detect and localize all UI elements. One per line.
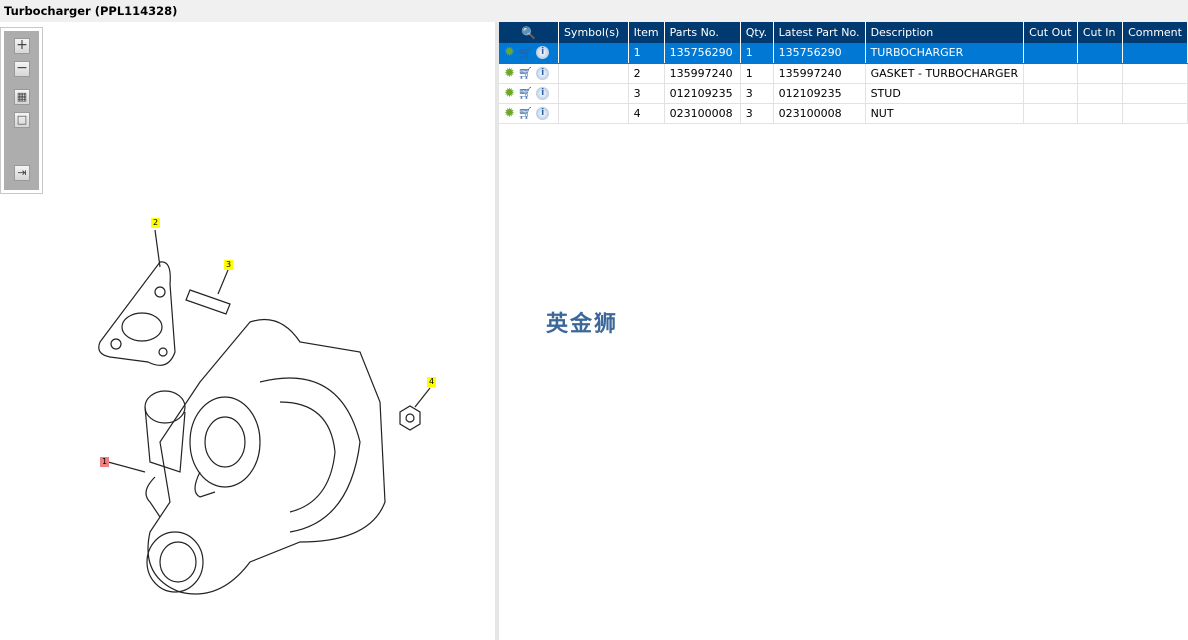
col-description[interactable]: Description [865,22,1025,43]
parts-table: 🔍 Symbol(s) Item Parts No. Qty. Latest P… [499,22,1188,124]
turbo-body-drawing [107,318,386,595]
qty-cell: 1 [740,63,774,84]
callout-2[interactable]: 2 [151,218,161,228]
part-no-cell: 012109235 [664,83,741,104]
callout-3[interactable]: 3 [224,260,234,270]
callout-4[interactable]: 4 [427,377,437,387]
symbols-cell [558,103,629,124]
row-actions: ✹ 🛒︎ i [499,103,559,124]
qty-cell: 3 [740,103,774,124]
part-no-cell: 023100008 [664,103,741,124]
cart-icon[interactable]: 🛒︎ [518,66,533,80]
cart-icon[interactable]: 🛒︎ [518,46,533,60]
search-column-header[interactable]: 🔍 [499,22,559,43]
parts-pane: 🔍 Symbol(s) Item Parts No. Qty. Latest P… [499,22,1188,640]
table-row[interactable]: ✹ 🛒︎ i 2 135997240 1 135997240 GASKET - TU… [499,63,1188,84]
comment-cell [1122,63,1188,84]
info-icon[interactable]: i [536,86,550,100]
comment-cell [1122,43,1188,64]
gear-icon[interactable]: ✹ [504,45,515,60]
latest-part-cell: 135756290 [773,43,866,64]
table-row[interactable]: ✹ 🛒︎ i 4 023100008 3 023100008 NUT [499,103,1188,124]
cut-in-cell [1077,63,1124,84]
col-item[interactable]: Item [628,22,665,43]
info-icon[interactable]: i [536,46,550,60]
description-cell: NUT [865,103,1025,124]
info-icon[interactable]: i [536,106,550,120]
comment-cell [1122,83,1188,104]
comment-cell [1122,103,1188,124]
item-cell: 1 [628,43,665,64]
col-cut-in[interactable]: Cut In [1077,22,1124,43]
col-latest-part[interactable]: Latest Part No. [773,22,866,43]
item-cell: 3 [628,83,665,104]
info-icon[interactable]: i [536,66,550,80]
description-cell: TURBOCHARGER [865,43,1025,64]
page-title: Turbocharger (PPL114328) [0,0,1188,22]
stud-drawing [185,269,231,315]
cut-in-cell [1077,43,1124,64]
cut-out-cell [1023,83,1078,104]
col-cut-out[interactable]: Cut Out [1023,22,1078,43]
col-parts-no[interactable]: Parts No. [664,22,741,43]
cut-in-cell [1077,83,1124,104]
part-no-cell: 135997240 [664,63,741,84]
item-cell: 4 [628,103,665,124]
cut-out-cell [1023,103,1078,124]
qty-cell: 3 [740,83,774,104]
cut-out-cell [1023,63,1078,84]
item-cell: 2 [628,63,665,84]
col-qty[interactable]: Qty. [740,22,774,43]
latest-part-cell: 012109235 [773,83,866,104]
nut-drawing [399,387,431,431]
description-cell: GASKET - TURBOCHARGER [865,63,1025,84]
gasket-drawing [98,229,176,366]
col-comment[interactable]: Comment [1122,22,1188,43]
cut-in-cell [1077,103,1124,124]
description-cell: STUD [865,83,1025,104]
row-actions: ✹ 🛒︎ i [499,63,559,84]
turbocharger-diagram [98,229,431,595]
table-row[interactable]: ✹ 🛒︎ i 3 012109235 3 012109235 STUD [499,83,1188,104]
diagram-pane[interactable]: + − ▦ □ ⇥ 2 3 4 1 [0,22,495,640]
row-actions: ✹ 🛒︎ i [499,83,559,104]
table-row[interactable]: ✹ 🛒︎ i 1 135756290 1 135756290 TURBOCHARGE… [499,43,1188,64]
watermark: 英金狮 [546,312,619,337]
callout-1[interactable]: 1 [100,457,110,467]
gear-icon[interactable]: ✹ [504,106,515,121]
gear-icon[interactable]: ✹ [504,66,515,81]
qty-cell: 1 [740,43,774,64]
cart-icon[interactable]: 🛒︎ [518,106,533,120]
magnifier-icon: 🔍 [521,25,536,40]
row-actions: ✹ 🛒︎ i [499,43,559,64]
symbols-cell [558,63,629,84]
part-no-cell: 135756290 [664,43,741,64]
symbols-cell [558,43,629,64]
gear-icon[interactable]: ✹ [504,86,515,101]
latest-part-cell: 023100008 [773,103,866,124]
latest-part-cell: 135997240 [773,63,866,84]
cart-icon[interactable]: 🛒︎ [518,86,533,100]
cut-out-cell [1023,43,1078,64]
symbols-cell [558,83,629,104]
col-symbols[interactable]: Symbol(s) [558,22,629,43]
